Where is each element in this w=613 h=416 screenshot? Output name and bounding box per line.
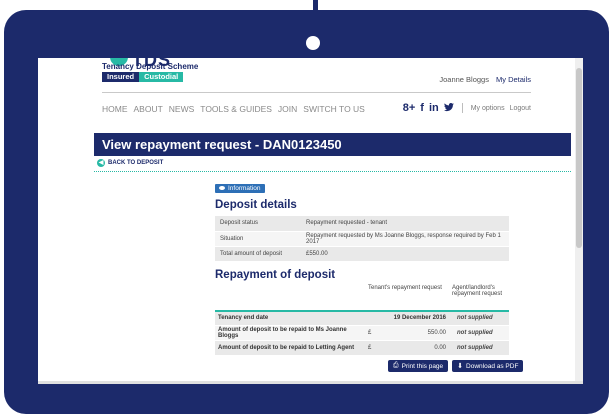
twitter-icon[interactable] xyxy=(443,102,454,114)
print-label: Print this page xyxy=(401,362,444,370)
facebook-icon[interactable]: f xyxy=(420,102,424,114)
dotted-divider xyxy=(94,171,571,172)
table-row: Situation Repayment requested by Ms Joan… xyxy=(215,231,509,247)
right-nav: 8+ f in My options Logout xyxy=(403,102,531,114)
nav-tools-guides[interactable]: TOOLS & GUIDES xyxy=(200,104,272,114)
logo-tag-insured: Insured xyxy=(102,72,140,82)
download-icon: ⬇ xyxy=(457,363,464,370)
detail-value: Repayment requested by Ms Joanne Bloggs,… xyxy=(301,231,509,247)
google-plus-icon[interactable]: 8+ xyxy=(403,102,416,114)
nav-about[interactable]: ABOUT xyxy=(134,104,163,114)
nav-separator xyxy=(461,103,463,113)
repay-label: Amount of deposit to be repaid to Ms Joa… xyxy=(215,325,365,341)
page-title: View repayment request - DAN0123450 xyxy=(94,133,571,156)
table-row: Deposit status Repayment requested - ten… xyxy=(215,216,509,232)
repay-tenant-value: 550.00 xyxy=(377,325,449,341)
repay-currency xyxy=(365,310,377,326)
table-row: Amount of deposit to be repaid to Ms Joa… xyxy=(215,325,509,341)
linkedin-icon[interactable]: in xyxy=(429,102,439,114)
my-options-link[interactable]: My options xyxy=(471,105,505,112)
repay-label: Tenancy end date xyxy=(215,310,365,326)
repay-agent-value: not supplied xyxy=(449,325,509,341)
repay-currency: £ xyxy=(365,325,377,341)
logout-link[interactable]: Logout xyxy=(510,105,531,112)
user-divider xyxy=(102,92,531,93)
header-tenant: Tenant's repayment request xyxy=(368,284,442,291)
detail-label: Total amount of deposit xyxy=(215,246,301,262)
detail-value: Repayment requested - tenant xyxy=(301,216,509,232)
repayment-heading: Repayment of deposit xyxy=(215,268,336,281)
user-bar: Joanne Bloggs My Details xyxy=(439,75,531,84)
header-agent: Agent/landlord's repayment request xyxy=(452,284,503,297)
scrollbar[interactable] xyxy=(575,58,583,384)
browser-screen: TDS Tenancy Deposit Scheme Insured Custo… xyxy=(38,58,583,384)
my-details-link[interactable]: My Details xyxy=(496,75,531,84)
nav-switch[interactable]: SWITCH TO US xyxy=(303,104,365,114)
main-nav: HOME ABOUT NEWS TOOLS & GUIDES JOIN SWIT… xyxy=(102,104,365,114)
eye-icon xyxy=(219,186,225,190)
camera-dot xyxy=(306,36,320,50)
nav-home[interactable]: HOME xyxy=(102,104,128,114)
nav-news[interactable]: NEWS xyxy=(169,104,195,114)
table-row: Tenancy end date 19 December 2016 not su… xyxy=(215,310,509,326)
page-actions: ⎙ Print this page ⬇ Download as PDF xyxy=(388,360,524,372)
back-to-deposit-link[interactable]: ◀ BACK TO DEPOSIT xyxy=(97,159,163,167)
deposit-details-heading: Deposit details xyxy=(215,199,297,211)
table-row: Total amount of deposit £550.00 xyxy=(215,246,509,262)
detail-label: Situation xyxy=(215,231,301,247)
download-label: Download as PDF xyxy=(466,362,519,370)
nav-join[interactable]: JOIN xyxy=(278,104,297,114)
back-label: BACK TO DEPOSIT xyxy=(108,160,164,166)
repay-tenant-value: 0.00 xyxy=(377,340,449,356)
table-row: Amount of deposit to be repaid to Lettin… xyxy=(215,340,509,356)
logo-tag-custodial: Custodial xyxy=(139,72,184,82)
print-button[interactable]: ⎙ Print this page xyxy=(388,360,449,372)
information-badge[interactable]: Information xyxy=(215,183,265,193)
content-area: Information Deposit details Deposit stat… xyxy=(215,177,509,356)
header-blank xyxy=(215,285,365,311)
download-pdf-button[interactable]: ⬇ Download as PDF xyxy=(452,360,524,372)
detail-value: £550.00 xyxy=(301,246,509,262)
printer-icon: ⎙ xyxy=(393,362,399,369)
repay-agent-value: not supplied xyxy=(449,340,509,356)
tds-logo[interactable]: TDS Tenancy Deposit Scheme Insured Custo… xyxy=(102,58,212,88)
logo-tags: Insured Custodial xyxy=(102,72,184,82)
scrollbar-thumb[interactable] xyxy=(576,68,582,248)
table-header-row: Tenant's repayment request Agent/landlor… xyxy=(215,285,509,311)
logo-name: Tenancy Deposit Scheme xyxy=(102,62,199,71)
repay-tenant-value: 19 December 2016 xyxy=(377,310,449,326)
repayment-table: Tenant's repayment request Agent/landlor… xyxy=(215,285,509,356)
repay-label: Amount of deposit to be repaid to Lettin… xyxy=(215,340,365,356)
repay-currency: £ xyxy=(365,340,377,356)
repay-agent-value: not supplied xyxy=(449,310,509,326)
detail-label: Deposit status xyxy=(215,216,301,232)
bottom-strip xyxy=(38,381,583,384)
user-name: Joanne Bloggs xyxy=(439,75,489,84)
arrow-left-icon: ◀ xyxy=(97,159,105,167)
information-label: Information xyxy=(228,184,261,192)
deposit-details-table: Deposit status Repayment requested - ten… xyxy=(215,216,509,262)
